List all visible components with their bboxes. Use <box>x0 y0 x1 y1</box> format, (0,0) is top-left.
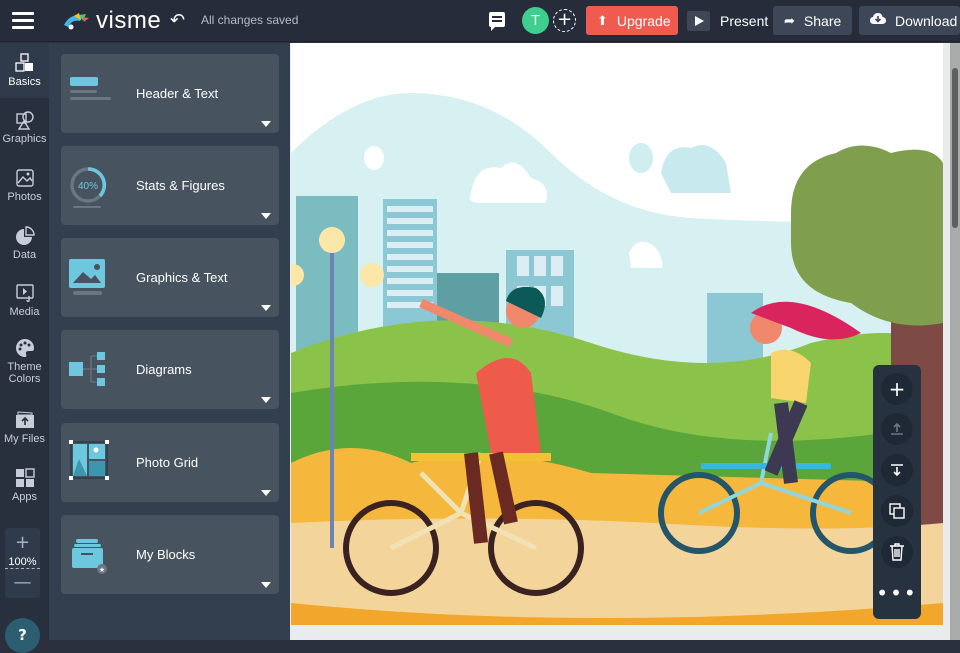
save-status: All changes saved <box>201 13 299 27</box>
zoom-control: + 100% — <box>5 528 40 598</box>
caret-down-icon[interactable] <box>261 213 271 219</box>
element-toolbar: + ••• <box>873 365 921 619</box>
undo-icon[interactable]: ↶ <box>170 10 185 31</box>
sidebar-label: Theme <box>7 361 42 373</box>
apps-grid-icon <box>15 468 35 487</box>
zoom-out-button[interactable]: — <box>5 572 40 593</box>
sidebar-item-basics[interactable]: Basics <box>0 43 49 98</box>
upgrade-button[interactable]: ⬆ Upgrade <box>586 6 678 35</box>
present-button[interactable]: Present <box>684 6 780 35</box>
cycling-illustration[interactable] <box>291 43 943 625</box>
top-bar: visme ↶ All changes saved T + ⬆ Upgrade … <box>0 0 960 42</box>
sidebar-item-theme-colors[interactable]: Theme Colors <box>0 338 49 385</box>
block-card-my-blocks[interactable]: ★ My Blocks <box>61 515 279 594</box>
zoom-in-button[interactable]: + <box>5 532 40 553</box>
comment-icon[interactable] <box>489 12 505 31</box>
add-collaborator-button[interactable]: + <box>553 9 576 32</box>
sidebar-label: Apps <box>11 491 38 503</box>
sidebar-label: Photos <box>7 191 42 203</box>
pie-chart-icon <box>15 226 35 245</box>
plus-icon: + <box>888 377 906 401</box>
avatar[interactable]: T <box>522 7 549 34</box>
folder-upload-icon <box>15 411 34 428</box>
more-options-button[interactable]: ••• <box>873 581 921 605</box>
zoom-level[interactable]: 100% <box>5 556 40 569</box>
sidebar-item-photos[interactable]: Photos <box>0 168 49 203</box>
photo-icon <box>15 169 34 187</box>
sidebar-label: Basics <box>8 76 41 88</box>
card-label: Diagrams <box>136 362 192 377</box>
sidebar-label: Data <box>12 249 37 261</box>
media-icon <box>15 284 34 303</box>
share-arrow-icon: ➦ <box>784 12 795 28</box>
add-element-button[interactable]: + <box>881 373 913 405</box>
trash-icon <box>890 543 904 561</box>
visme-logo-mark-icon <box>64 13 89 30</box>
sidebar-item-my-files[interactable]: My Files <box>0 410 49 445</box>
upgrade-arrow-icon: ⬆ <box>597 12 608 28</box>
caret-down-icon[interactable] <box>261 397 271 403</box>
blocks-panel: Header & Text 40% Stats & Figures Graphi… <box>49 43 290 640</box>
diagram-icon <box>69 352 105 386</box>
vertical-scrollbar[interactable] <box>950 43 960 640</box>
block-card-header-text[interactable]: Header & Text <box>61 54 279 133</box>
shapes-icon <box>15 111 34 130</box>
canvas-area <box>290 43 960 640</box>
caret-down-icon[interactable] <box>261 490 271 496</box>
move-forward-icon <box>891 422 903 435</box>
graphics-text-icon <box>69 259 105 295</box>
my-blocks-icon: ★ <box>72 539 107 574</box>
move-backward-icon <box>891 464 903 477</box>
scrollbar-thumb[interactable] <box>952 68 958 228</box>
block-card-photo-grid[interactable]: Photo Grid <box>61 423 279 502</box>
upgrade-label: Upgrade <box>616 12 671 29</box>
sidebar-item-data[interactable]: Data <box>0 226 49 261</box>
sidebar-item-apps[interactable]: Apps <box>0 468 49 503</box>
block-card-diagrams[interactable]: Diagrams <box>61 330 279 409</box>
delete-button[interactable] <box>881 536 913 568</box>
card-label: Graphics & Text <box>136 270 228 285</box>
canvas-page[interactable] <box>291 43 943 625</box>
caret-down-icon[interactable] <box>261 305 271 311</box>
share-button[interactable]: ➦ Share <box>773 6 852 35</box>
download-label: Download <box>895 12 958 29</box>
card-label: Photo Grid <box>136 455 199 470</box>
stat-value: 40% <box>78 181 98 192</box>
move-backward-button[interactable] <box>881 454 913 486</box>
card-label: Header & Text <box>136 86 219 101</box>
sidebar-item-graphics[interactable]: Graphics <box>0 110 49 145</box>
cloud-download-icon <box>870 13 886 28</box>
left-icon-bar: Basics Graphics Photos Data Media Theme … <box>0 43 49 653</box>
svg-text:★: ★ <box>99 566 105 574</box>
block-card-stats-figures[interactable]: 40% Stats & Figures <box>61 146 279 225</box>
stats-ring-icon: 40% <box>70 167 107 208</box>
present-label: Present <box>720 12 769 29</box>
sidebar-label: Colors <box>8 373 41 385</box>
brand-name: visme <box>96 7 162 34</box>
card-label: Stats & Figures <box>136 178 225 193</box>
menu-icon[interactable] <box>12 12 34 30</box>
card-label: My Blocks <box>136 547 196 562</box>
share-label: Share <box>803 12 842 29</box>
move-forward-button[interactable] <box>881 413 913 445</box>
play-icon <box>687 10 710 31</box>
sidebar-item-media[interactable]: Media <box>0 283 49 318</box>
block-card-graphics-text[interactable]: Graphics & Text <box>61 238 279 317</box>
sidebar-label: Graphics <box>2 133 47 145</box>
duplicate-icon <box>889 503 905 519</box>
photo-grid-icon <box>69 440 109 480</box>
caret-down-icon[interactable] <box>261 582 271 588</box>
visme-logo[interactable]: visme <box>62 8 161 34</box>
download-button[interactable]: Download <box>859 6 960 35</box>
caret-down-icon[interactable] <box>261 121 271 127</box>
help-button[interactable]: ? <box>5 618 40 653</box>
blocks-icon <box>14 53 33 72</box>
palette-icon <box>15 339 34 357</box>
sidebar-label: My Files <box>4 433 45 445</box>
duplicate-button[interactable] <box>881 495 913 527</box>
header-text-icon <box>70 77 111 100</box>
sidebar-label: Media <box>9 306 40 318</box>
